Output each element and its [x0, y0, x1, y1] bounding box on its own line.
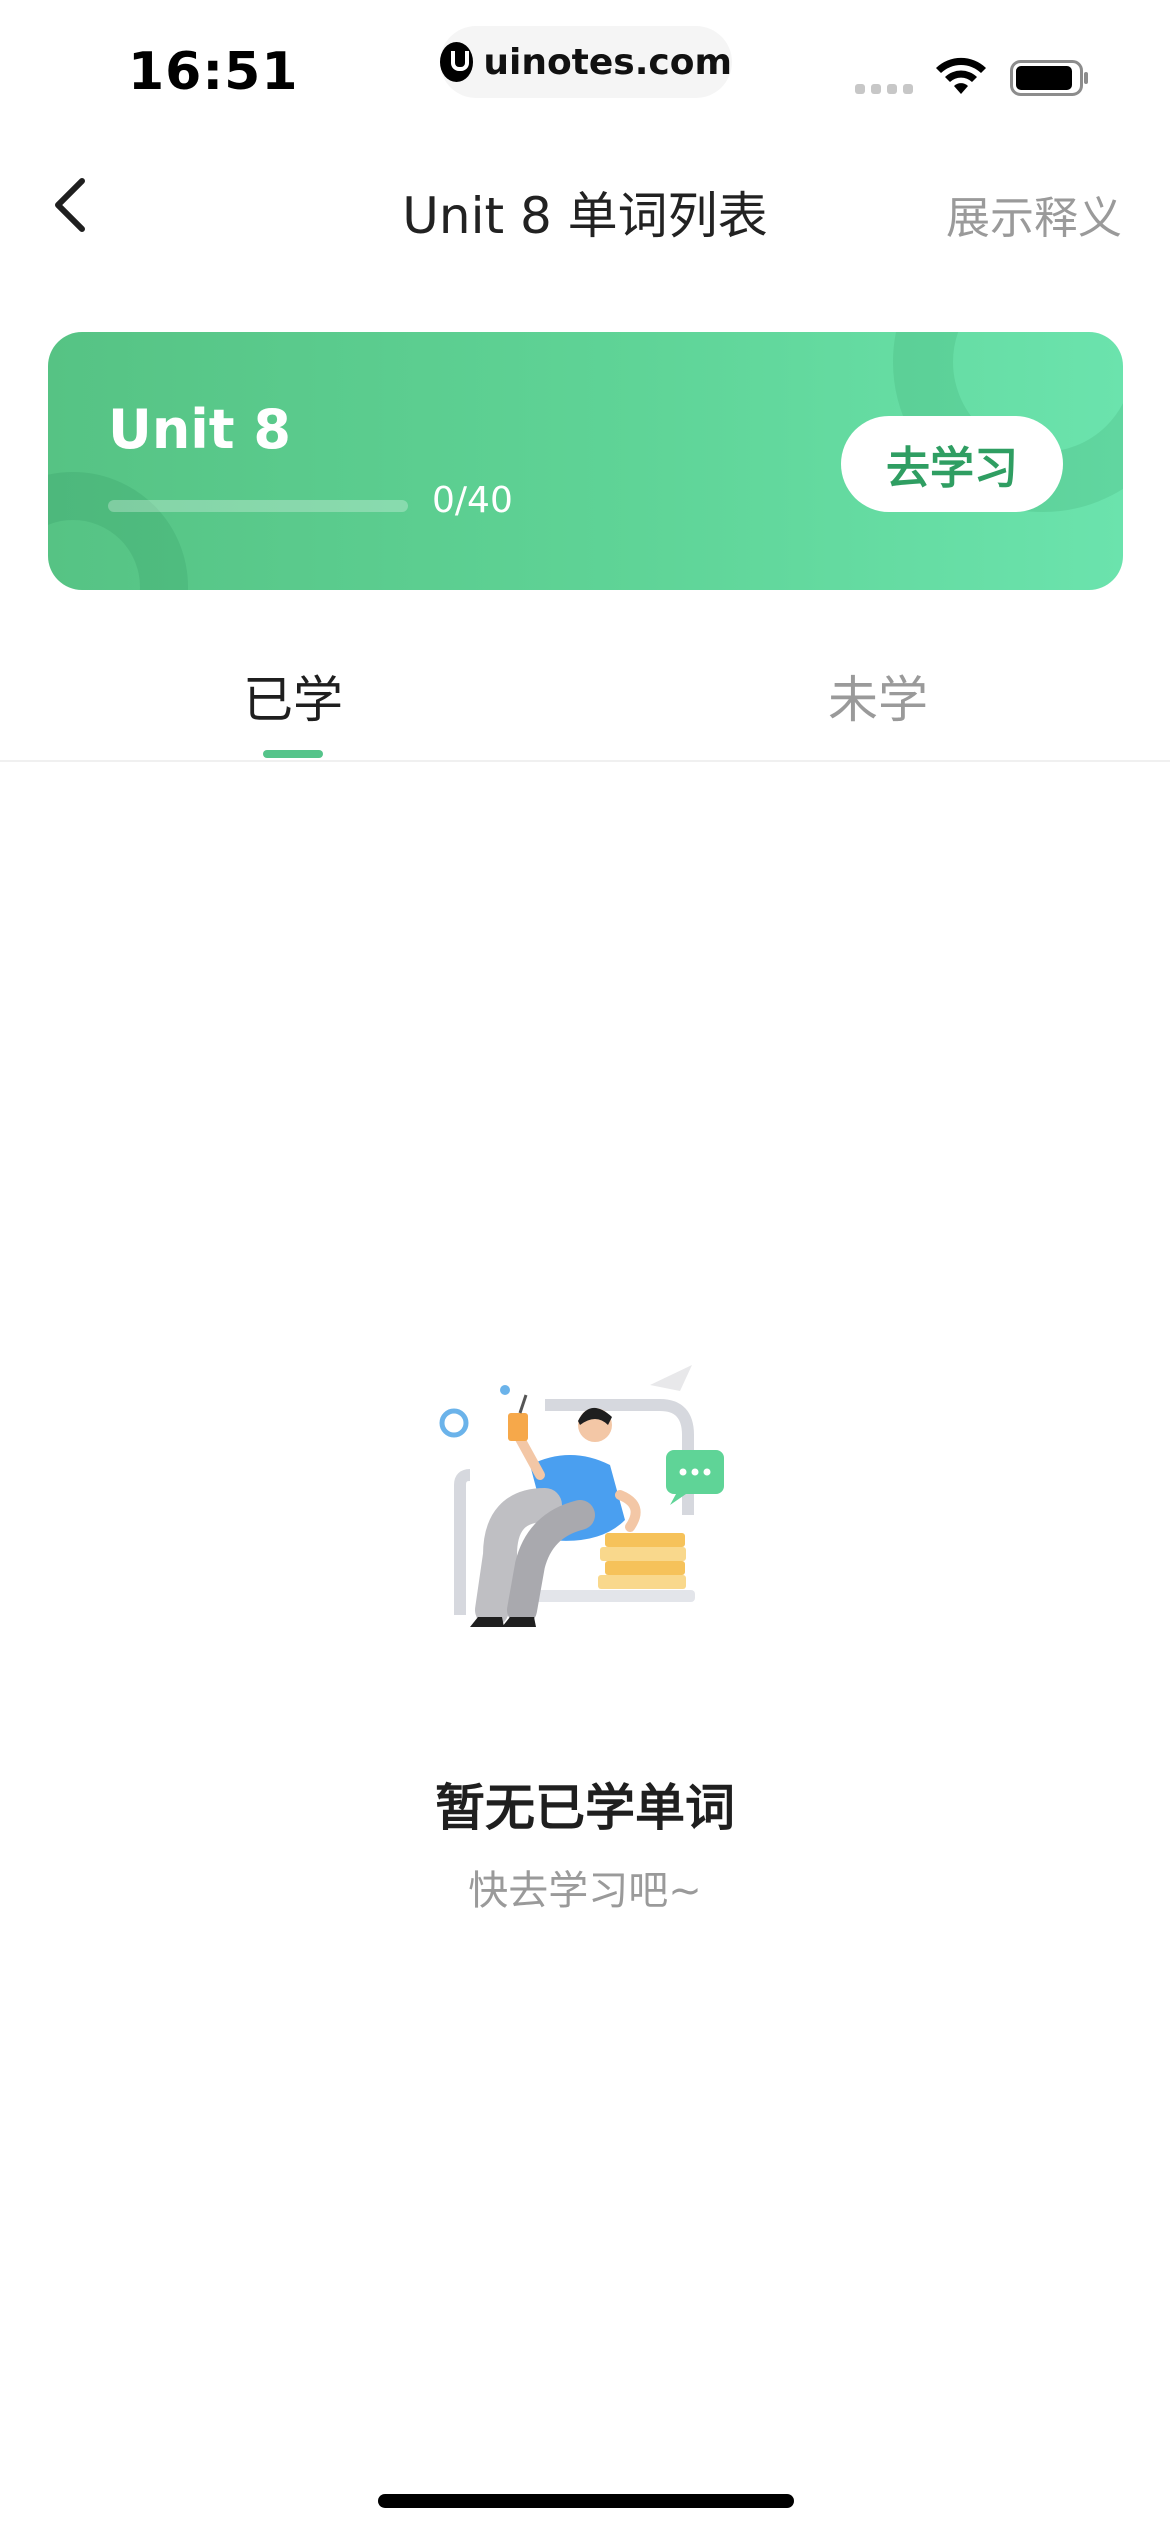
- battery-icon: [1010, 60, 1088, 96]
- tab-learned[interactable]: 已学: [143, 660, 443, 732]
- tab-unlearned[interactable]: 未学: [728, 660, 1028, 732]
- wifi-icon: [936, 57, 986, 94]
- chevron-left-icon: [55, 178, 85, 232]
- person-reading-illustration: [439, 1365, 724, 1627]
- card-decoration: [48, 472, 188, 590]
- unit-progress-card: Unit 8 0/40 去学习: [48, 332, 1123, 590]
- home-indicator[interactable]: [378, 2494, 794, 2508]
- empty-state-subtitle: 快去学习吧~: [468, 1868, 702, 1914]
- url-text: uinotes.com: [483, 41, 732, 83]
- status-time: 16:51: [128, 42, 299, 102]
- status-bar: 16:51 uinotes.com: [0, 0, 1170, 140]
- cellular-signal-icon: [855, 84, 913, 94]
- unit-title: Unit 8: [108, 398, 291, 461]
- page-title: Unit 8 单词列表: [402, 187, 768, 245]
- progress-count: 0/40: [432, 480, 513, 521]
- active-tab-indicator: [263, 750, 323, 758]
- go-study-button[interactable]: 去学习: [841, 416, 1063, 512]
- url-pill[interactable]: uinotes.com: [440, 26, 732, 98]
- unit-progress-bar: [108, 500, 408, 512]
- word-list-page: 16:51 uinotes.com Unit 8 单词列表 展示释义 Unit …: [0, 0, 1170, 2532]
- site-logo-icon: [440, 42, 474, 82]
- show-definition-button[interactable]: 展示释义: [946, 182, 1122, 246]
- tab-bar: 已学 未学: [0, 640, 1170, 762]
- empty-state-title: 暂无已学单词: [435, 1779, 735, 1837]
- back-button[interactable]: [40, 170, 100, 240]
